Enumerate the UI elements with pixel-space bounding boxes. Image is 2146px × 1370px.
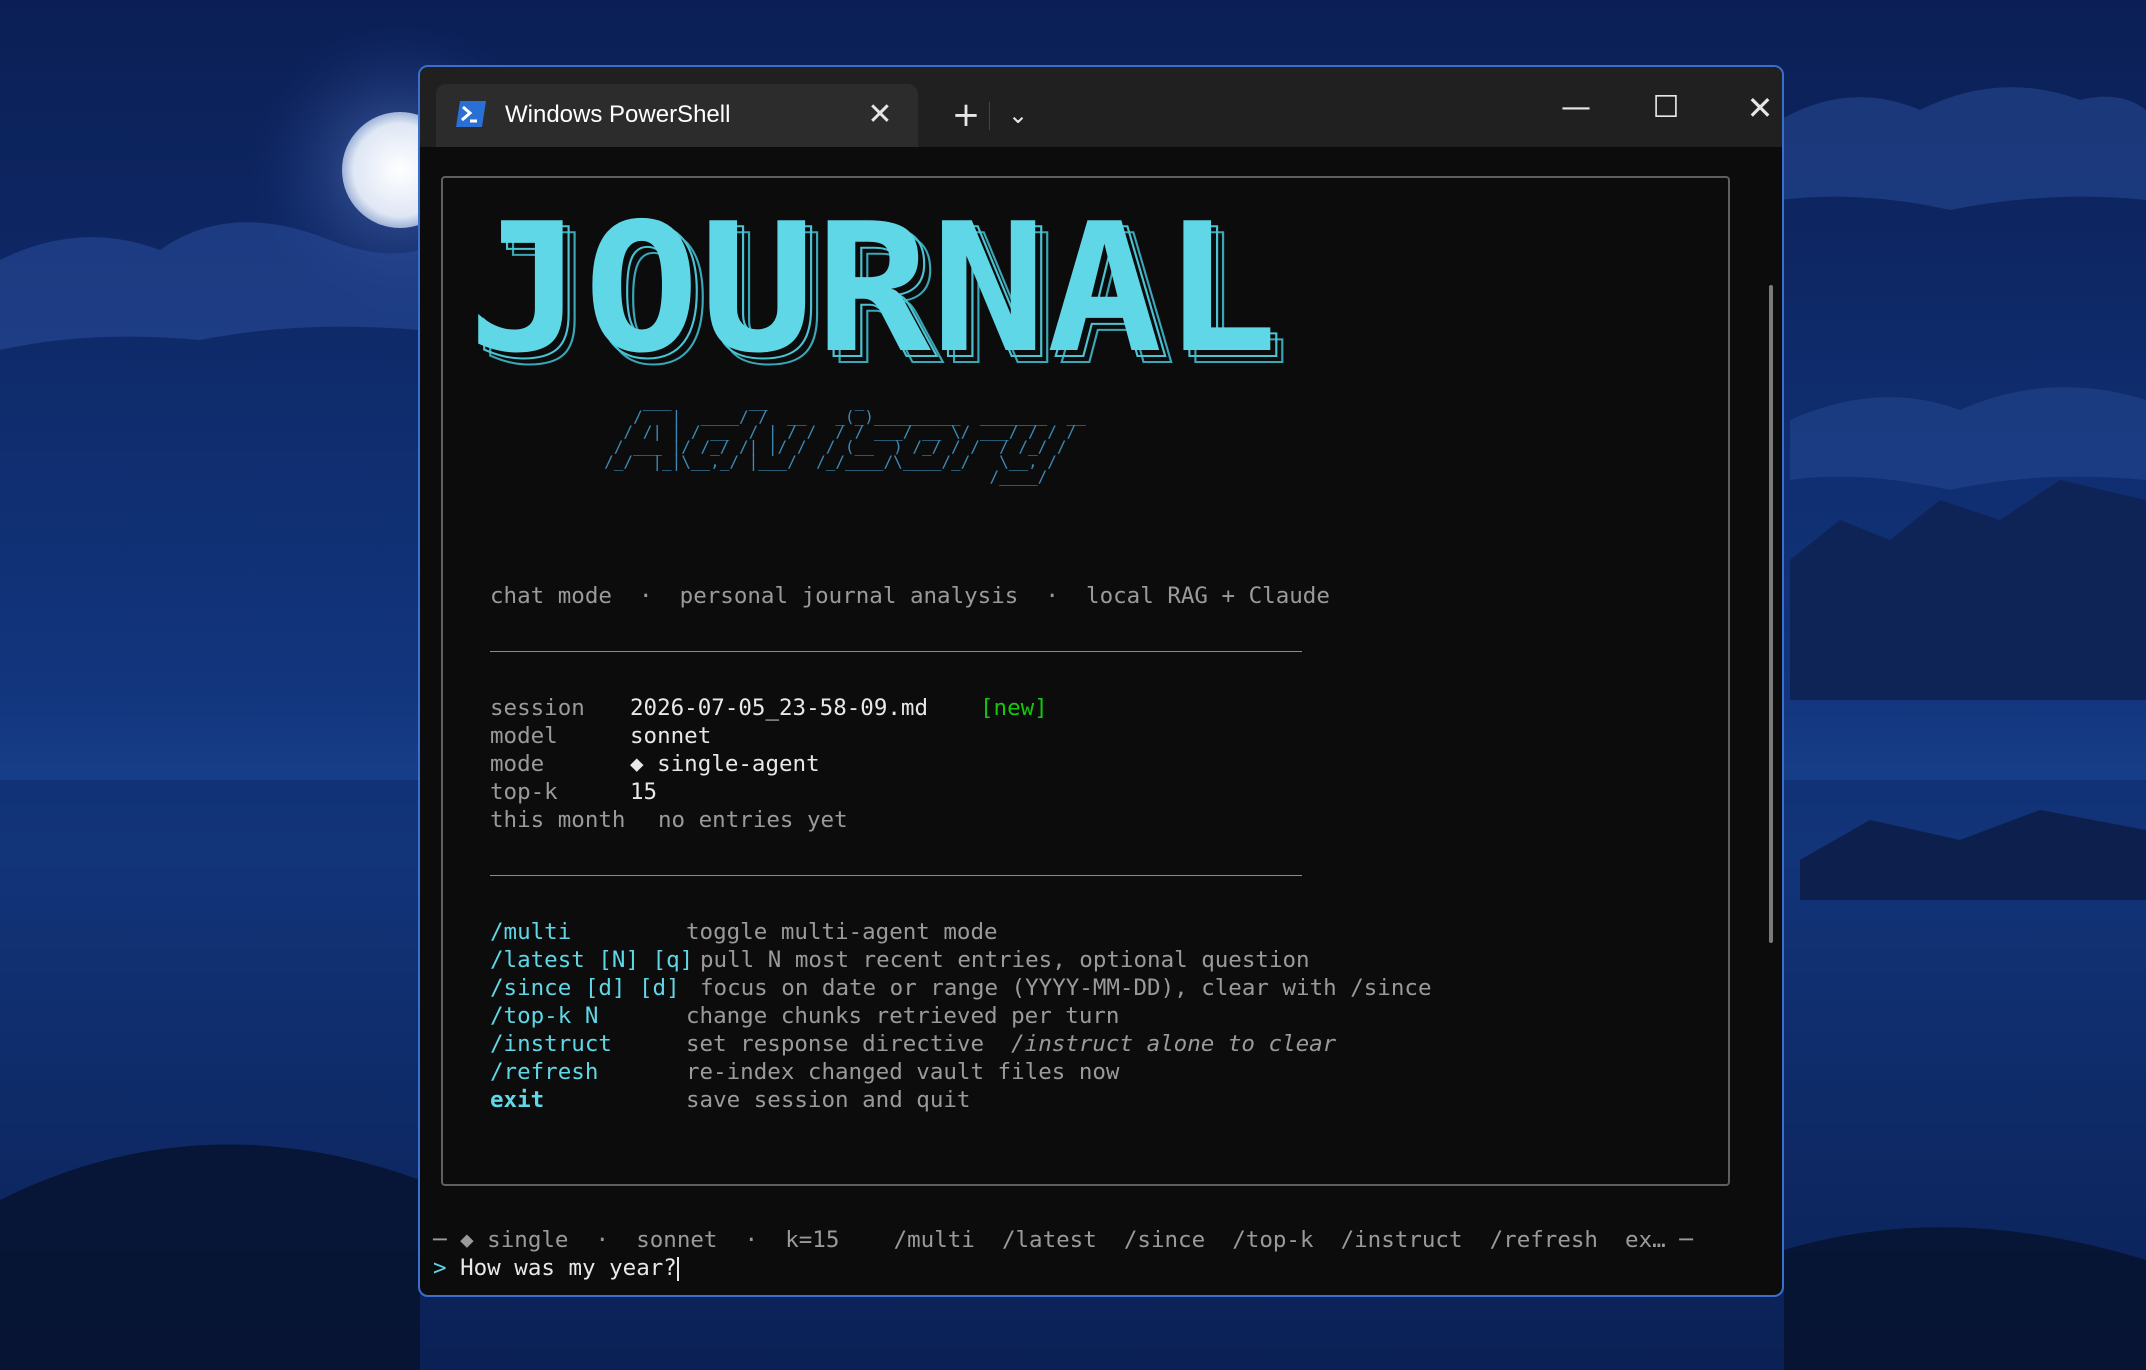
new-badge: [new] <box>980 695 1048 721</box>
topk-value: 15 <box>630 779 658 805</box>
tab-title: Windows PowerShell <box>505 101 731 128</box>
month-label: this month <box>490 807 626 833</box>
close-window-icon[interactable]: ✕ <box>1730 83 1782 133</box>
text-cursor <box>676 1256 679 1281</box>
minimize-icon[interactable]: — <box>1546 83 1606 133</box>
model-value: sonnet <box>630 723 712 749</box>
session-label: session <box>490 695 585 721</box>
divider <box>490 875 1302 876</box>
subtitle-rag: local RAG + Claude <box>1086 583 1330 609</box>
subtitle-line: chat mode · personal journal analysis · … <box>490 582 1330 610</box>
mode-label: mode <box>490 751 545 777</box>
command-name: /since [d] [d] <box>490 975 680 1001</box>
command-desc: re-index changed vault files now <box>686 1059 1120 1085</box>
command-desc: save session and quit <box>686 1087 971 1113</box>
month-value: no entries yet <box>658 807 848 833</box>
powershell-icon <box>456 101 486 127</box>
command-name: /latest [N] [q] <box>490 947 694 973</box>
tab-separator <box>989 102 990 130</box>
session-value: 2026-07-05_23-58-09.md <box>630 695 929 721</box>
prompt-line[interactable]: > How was my year? <box>433 1254 679 1282</box>
close-tab-icon[interactable]: ✕ <box>860 95 900 135</box>
model-label: model <box>490 723 558 749</box>
chevron-down-icon[interactable]: ⌄ <box>998 95 1038 135</box>
command-desc-text: set response directive <box>686 1031 1012 1057</box>
command-desc: change chunks retrieved per turn <box>686 1003 1120 1029</box>
subtitle-chat-mode: chat mode <box>490 583 612 609</box>
maximize-icon[interactable]: ☐ <box>1636 83 1696 133</box>
advisory-ascii-art: ___ __ _ / | ____/ / __ _(_)_________ __… <box>604 392 1086 486</box>
topk-label: top-k <box>490 779 558 805</box>
divider <box>490 651 1302 652</box>
scrollbar[interactable] <box>1769 285 1773 943</box>
logo-text: JOURNAL <box>468 210 1278 380</box>
status-bar: ─ ◆ single · sonnet · k=15 /multi /lates… <box>433 1227 1693 1253</box>
command-name: /refresh <box>490 1059 599 1085</box>
prompt-input[interactable]: How was my year? <box>460 1255 677 1281</box>
new-tab-icon[interactable]: + <box>946 95 986 135</box>
prompt-caret: > <box>433 1255 447 1281</box>
command-desc: focus on date or range (YYYY-MM-DD), cle… <box>700 975 1432 1001</box>
journal-logo: JOURNAL JOURNAL JOURNAL <box>468 210 1291 380</box>
mode-value: ◆ single-agent <box>630 751 820 777</box>
subtitle-separator: · <box>639 583 653 609</box>
command-desc: set response directive /instruct alone t… <box>686 1030 1336 1058</box>
command-desc-hint: /instruct alone to clear <box>1011 1031 1337 1057</box>
subtitle-analysis: personal journal analysis <box>679 583 1019 609</box>
command-name: exit <box>490 1087 545 1113</box>
command-desc: pull N most recent entries, optional que… <box>700 947 1310 973</box>
command-name: /instruct <box>490 1031 612 1057</box>
command-name: /multi <box>490 919 572 945</box>
command-name: /top-k N <box>490 1003 599 1029</box>
command-desc: toggle multi-agent mode <box>686 919 998 945</box>
title-bar[interactable]: Windows PowerShell ✕ + ⌄ — ☐ ✕ <box>420 67 1782 147</box>
subtitle-separator: · <box>1045 583 1059 609</box>
